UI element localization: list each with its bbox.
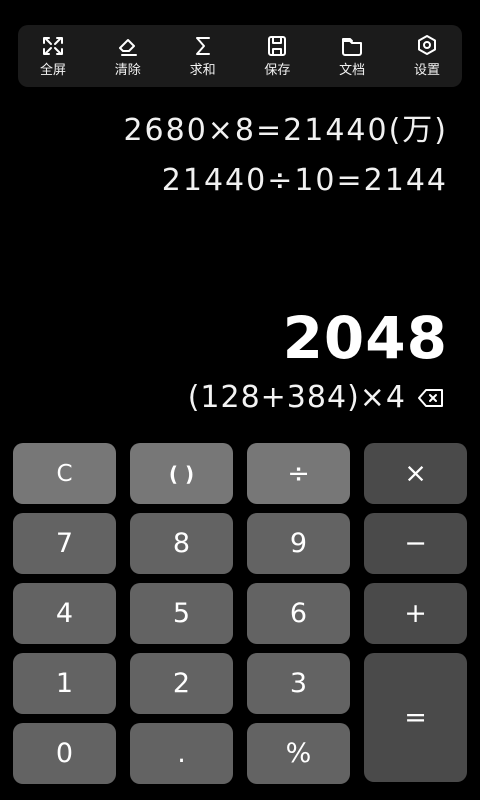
fullscreen-label: 全屏 <box>39 63 66 78</box>
divide-key[interactable]: ÷ <box>247 443 350 504</box>
save-icon <box>268 36 287 56</box>
expression-display: (128+384)×4 <box>187 380 406 415</box>
settings-button[interactable]: 设置 <box>400 28 454 84</box>
history-line-2: 21440÷10=2144 <box>161 163 448 198</box>
save-button[interactable]: 保存 <box>250 28 304 84</box>
digit-0-key[interactable]: 0 <box>13 723 116 784</box>
fullscreen-icon <box>43 37 63 55</box>
settings-icon <box>417 35 436 55</box>
keypad: C ( ) ÷ × 7 8 9 − 4 5 6 + 1 2 3 = 0 . % <box>13 443 467 784</box>
expression-row: (128+384)×4 <box>188 380 446 416</box>
documents-button[interactable]: 文档 <box>325 28 379 84</box>
top-toolbar: 全屏 清除 求和 保存 文档 设置 <box>18 25 462 87</box>
eraser-icon <box>118 39 137 56</box>
sum-button[interactable]: 求和 <box>176 28 230 84</box>
sigma-icon <box>195 37 210 55</box>
percent-key[interactable]: % <box>247 723 350 784</box>
result-display: 2048 <box>282 304 448 372</box>
digit-7-key[interactable]: 7 <box>13 513 116 574</box>
clear-button[interactable]: 清除 <box>101 28 155 84</box>
digit-4-key[interactable]: 4 <box>13 583 116 644</box>
backspace-icon <box>418 389 443 407</box>
digit-8-key[interactable]: 8 <box>130 513 233 574</box>
subtract-key[interactable]: − <box>364 513 467 574</box>
save-label: 保存 <box>264 63 291 78</box>
sum-label: 求和 <box>189 63 216 78</box>
digit-3-key[interactable]: 3 <box>247 653 350 714</box>
folder-icon <box>342 38 363 56</box>
equals-key[interactable]: = <box>364 653 467 782</box>
clear-key[interactable]: C <box>13 443 116 504</box>
clear-label: 清除 <box>114 63 141 78</box>
fullscreen-button[interactable]: 全屏 <box>26 28 80 84</box>
digit-2-key[interactable]: 2 <box>130 653 233 714</box>
history-line-1: 2680×8=21440(万) <box>123 113 448 148</box>
calculator-screen: 全屏 清除 求和 保存 文档 设置 2680×8=21440(万) 21440÷… <box>0 0 480 800</box>
digit-5-key[interactable]: 5 <box>130 583 233 644</box>
documents-label: 文档 <box>339 63 366 78</box>
digit-1-key[interactable]: 1 <box>13 653 116 714</box>
backspace-button[interactable] <box>416 386 446 410</box>
digit-6-key[interactable]: 6 <box>247 583 350 644</box>
digit-9-key[interactable]: 9 <box>247 513 350 574</box>
settings-label: 设置 <box>413 63 440 78</box>
multiply-key[interactable]: × <box>364 443 467 504</box>
parentheses-key[interactable]: ( ) <box>130 443 233 504</box>
decimal-key[interactable]: . <box>130 723 233 784</box>
add-key[interactable]: + <box>364 583 467 644</box>
